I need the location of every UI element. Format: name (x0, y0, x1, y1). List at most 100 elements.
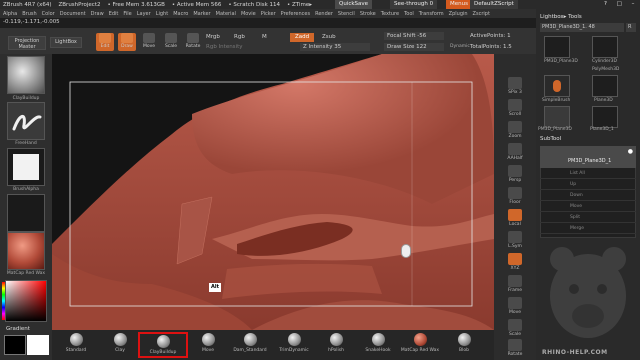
move-mode-button[interactable]: Move (140, 33, 158, 51)
lsym-button[interactable]: L.Sym (498, 230, 532, 252)
tool-thumb-pm3d-plane3d[interactable] (544, 36, 570, 58)
menu-picker[interactable]: Picker (261, 11, 276, 17)
menu-light[interactable]: Light (156, 11, 168, 17)
rgb-button[interactable]: Rgb (234, 34, 245, 40)
active-points: ActivePoints: 1 (470, 33, 511, 39)
secondary-color-swatch[interactable] (27, 335, 49, 355)
rotate-mode-button[interactable]: Rotate (184, 33, 202, 51)
subtool-slot[interactable]: Down (540, 190, 636, 201)
document-canvas[interactable]: Alt (52, 54, 494, 330)
window-controls[interactable]: ? □ – × (600, 0, 640, 9)
scale-view-button[interactable]: Scale (498, 318, 532, 340)
brush-standard[interactable]: Standard (56, 332, 96, 358)
default-zscript-button[interactable]: DefaultZScript (470, 0, 518, 9)
zadd-button[interactable]: Zadd (290, 33, 314, 42)
subtool-active-item[interactable]: ● PM3D_Plane3D_1 (540, 146, 636, 168)
tool-thumb-pm3d-plane3d-2[interactable] (544, 106, 570, 128)
menu-edit[interactable]: Edit (109, 11, 119, 17)
tool-thumb-cylinder3d[interactable] (592, 36, 618, 58)
menu-alpha[interactable]: Alpha (3, 11, 17, 17)
menu-stroke[interactable]: Stroke (360, 11, 376, 17)
material-selector[interactable] (7, 232, 45, 270)
menu-file[interactable]: File (123, 11, 131, 17)
brush-dam-standard[interactable]: Dam_Standard (230, 332, 270, 358)
menu-color[interactable]: Color (42, 11, 55, 17)
frame-button[interactable]: Frame (498, 274, 532, 296)
brush-hpolish[interactable]: hPolish (316, 332, 356, 358)
see-through-slider[interactable]: See-through 0 (390, 0, 438, 9)
material-matcap-red-wax[interactable]: MatCap Red Wax (400, 332, 440, 358)
menu-tool[interactable]: Tool (404, 11, 414, 17)
texture-selector[interactable] (7, 194, 45, 232)
brush-move[interactable]: Move (188, 332, 228, 358)
zsub-button[interactable]: Zsub (322, 34, 336, 40)
lightbox-button[interactable]: LightBox (50, 37, 82, 48)
main-color-swatch[interactable] (4, 335, 26, 355)
menu-document[interactable]: Document (60, 11, 86, 17)
menus-button[interactable]: Menus (446, 0, 472, 9)
scale-mode-button[interactable]: Scale (162, 33, 180, 51)
menu-material[interactable]: Material (216, 11, 236, 17)
menu-texture[interactable]: Texture (381, 11, 399, 17)
mrgb-button[interactable]: Mrgb (206, 34, 220, 40)
subtool-slot[interactable]: Up (540, 179, 636, 190)
subtool-slot[interactable]: Move (540, 201, 636, 212)
title-bar: ZBrush 4R7 (x64) ZBrushProject2 • Free M… (0, 0, 640, 9)
menu-stencil[interactable]: Stencil (338, 11, 355, 17)
rgb-intensity-slider[interactable]: Rgb Intensity (206, 44, 243, 50)
local-button[interactable]: Local (498, 208, 532, 230)
tool-palette-title[interactable]: Lightbox▸ Tools (540, 14, 582, 20)
current-tool-slider[interactable]: PM3D_Plane3D_1. 48 (540, 23, 624, 32)
menu-preferences[interactable]: Preferences (281, 11, 310, 17)
menu-draw[interactable]: Draw (91, 11, 104, 17)
brush-clay[interactable]: Clay (100, 332, 140, 358)
r-button[interactable]: R (626, 23, 636, 32)
tool-thumb-simplebrush[interactable] (544, 75, 570, 97)
projection-master-button[interactable]: Projection Master (8, 36, 46, 50)
scale-view-label: Scale (508, 332, 522, 337)
scroll-button[interactable]: Scroll (498, 98, 532, 120)
menu-zscript[interactable]: Zscript (473, 11, 490, 17)
zoom-button[interactable]: Zoom (498, 120, 532, 142)
draw-size-slider[interactable]: Draw Size 122 (384, 43, 444, 51)
menu-layer[interactable]: Layer (137, 11, 151, 17)
brush-blob[interactable]: Blob (444, 332, 484, 358)
menu-movie[interactable]: Movie (241, 11, 256, 17)
menu-brush[interactable]: Brush (22, 11, 36, 17)
subtool-slot[interactable]: Merge (540, 223, 636, 234)
move-view-button[interactable]: Move (498, 296, 532, 318)
brush-snakehook[interactable]: SnakeHook (358, 332, 398, 358)
menu-render[interactable]: Render (315, 11, 333, 17)
floor-button[interactable]: Floor (498, 186, 532, 208)
edit-mode-button[interactable]: Edit (96, 33, 114, 51)
matcap-red-wax-icon (413, 333, 427, 346)
spix-button[interactable]: SPix 3 (498, 76, 532, 98)
stroke-selector[interactable] (7, 102, 45, 140)
tool-thumb-plane3d-1[interactable] (592, 106, 618, 128)
color-picker[interactable] (5, 280, 47, 322)
dynamic-button[interactable]: Dynamic (450, 44, 470, 49)
menu-transform[interactable]: Transform (419, 11, 444, 17)
draw-mode-button[interactable]: Draw (118, 33, 136, 51)
menu-marker[interactable]: Marker (193, 11, 210, 17)
menu-macro[interactable]: Macro (173, 11, 188, 17)
subtool-title[interactable]: SubTool (540, 136, 561, 142)
z-intensity-slider[interactable]: Z Intensity 35 (300, 43, 370, 51)
aahalf-button[interactable]: AAHalf (498, 142, 532, 164)
alpha-selector[interactable] (7, 148, 45, 186)
quicksave-button[interactable]: QuickSave (335, 0, 373, 9)
subtool-slot[interactable]: Split (540, 212, 636, 223)
m-button[interactable]: M (262, 34, 267, 40)
right-shelf: SPix 3 Scroll Zoom AAHalf Persp Floor Lo… (494, 54, 536, 360)
subtool-slot[interactable]: List All (540, 168, 636, 179)
focal-shift-slider[interactable]: Focal Shift -56 (384, 32, 444, 40)
eye-icon[interactable]: ● (628, 148, 633, 155)
brush-selector[interactable] (7, 56, 45, 94)
brush-claybuildup[interactable]: ClayBuildup (138, 332, 188, 358)
menu-zplugin[interactable]: Zplugin (449, 11, 468, 17)
rotate-view-button[interactable]: Rotate (498, 338, 532, 360)
brush-trimdynamic[interactable]: TrimDynamic (274, 332, 314, 358)
persp-button[interactable]: Persp (498, 164, 532, 186)
xyz-button[interactable]: XYZ (498, 252, 532, 274)
tool-thumb-plane3d[interactable] (592, 75, 618, 97)
